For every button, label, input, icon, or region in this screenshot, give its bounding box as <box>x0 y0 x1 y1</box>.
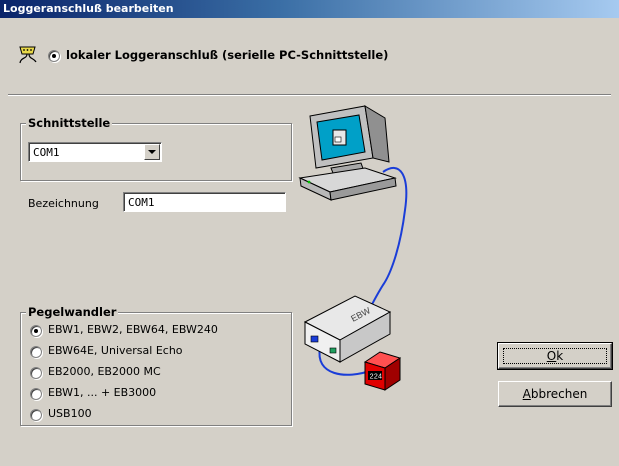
pegelwandler-radio[interactable] <box>30 409 42 421</box>
port-value: COM1 <box>33 146 60 159</box>
focus-rect <box>503 348 607 364</box>
schnittstelle-title: Schnittstelle <box>26 116 113 130</box>
window-title: Loggeranschluß bearbeiten <box>3 2 174 15</box>
title-bar[interactable]: Loggeranschluß bearbeiten <box>0 0 619 18</box>
bezeichnung-value: COM1 <box>128 196 155 209</box>
computer-icon <box>298 105 397 201</box>
ok-button[interactable]: Ok <box>497 342 613 370</box>
pegelwandler-option-label: USB100 <box>48 407 92 420</box>
local-logger-label: lokaler Loggeranschluß (serielle PC-Schn… <box>66 48 389 62</box>
bezeichnung-label: Bezeichnung <box>28 197 99 210</box>
pegelwandler-radio[interactable] <box>30 367 42 379</box>
serial-connector-icon <box>19 46 37 64</box>
pegelwandler-option-label: EBW64E, Universal Echo <box>48 344 183 357</box>
separator <box>8 94 611 96</box>
local-logger-radio[interactable] <box>48 50 60 62</box>
chevron-down-icon[interactable] <box>144 144 160 160</box>
cancel-button-mnemonic: A <box>522 387 531 401</box>
pegelwandler-option-label: EBW1, ... + EB3000 <box>48 386 157 399</box>
pegelwandler-radio[interactable] <box>30 325 42 337</box>
connection-illustration: EBW 224 <box>298 105 408 391</box>
cancel-button-label: bbrechen <box>530 387 588 401</box>
sensor-display-icon: 224 <box>363 351 402 391</box>
pegelwandler-option-label: EBW1, EBW2, EBW64, EBW240 <box>48 323 218 336</box>
logger-device-icon: EBW <box>303 295 392 363</box>
sensor-display-value: 224 <box>370 374 383 382</box>
pegelwandler-option-label: EB2000, EB2000 MC <box>48 365 161 378</box>
cancel-button[interactable]: Abbrechen <box>498 381 612 407</box>
bezeichnung-input[interactable]: COM1 <box>123 192 286 212</box>
pegelwandler-radio[interactable] <box>30 346 42 358</box>
port-combobox[interactable]: COM1 <box>28 142 162 162</box>
pegelwandler-title: Pegelwandler <box>26 305 119 319</box>
pegelwandler-radio[interactable] <box>30 388 42 400</box>
